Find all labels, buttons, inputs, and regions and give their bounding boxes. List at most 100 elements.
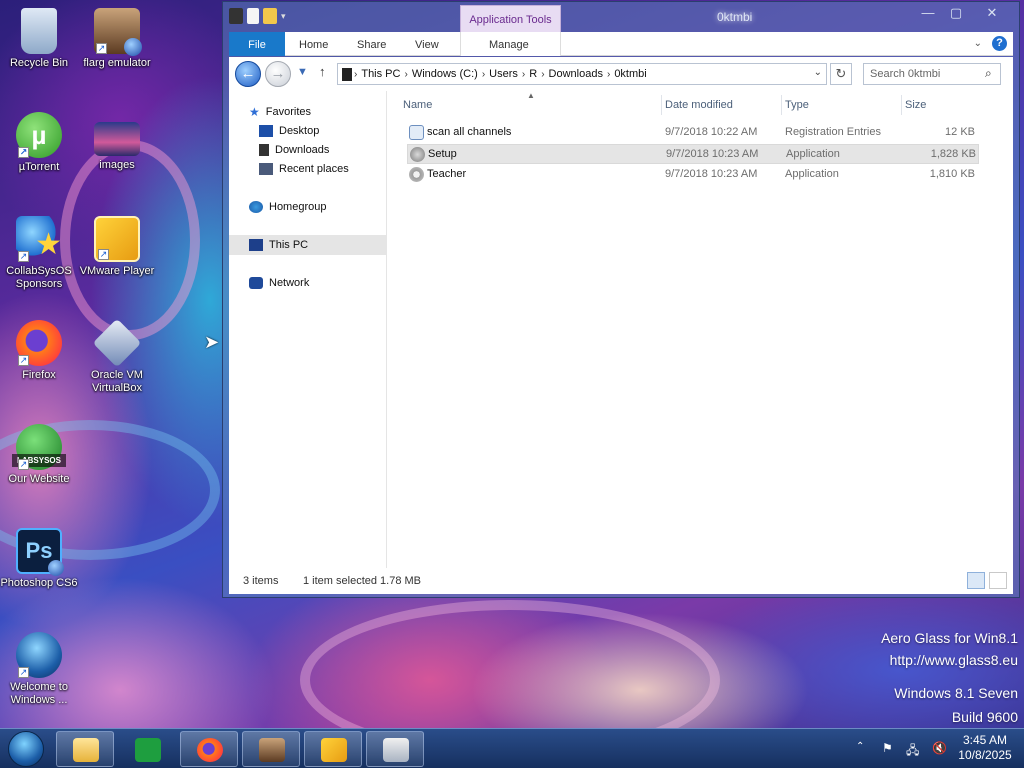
- column-name[interactable]: Name: [403, 99, 432, 115]
- desktop-icon-virtualbox[interactable]: Oracle VM VirtualBox: [78, 318, 156, 395]
- nav-item-network[interactable]: Network: [229, 273, 387, 293]
- shortcut-arrow-icon: ↗: [18, 667, 29, 678]
- taskbar: ⌃ ⚑ 🖧 🔇 3:45 AM 10/8/2025: [0, 728, 1024, 768]
- show-hidden-icons-icon[interactable]: ⌃: [856, 741, 864, 752]
- nav-item-recent-places[interactable]: Recent places: [229, 159, 387, 179]
- file-type: Registration Entries: [785, 126, 881, 138]
- breadcrumb-current[interactable]: 0ktmbi: [610, 68, 650, 80]
- status-item-count: 3 items: [243, 575, 279, 587]
- customize-qat-icon[interactable]: ▾: [281, 11, 286, 22]
- nav-item-desktop[interactable]: Desktop: [229, 121, 387, 141]
- large-icons-view-icon[interactable]: [989, 572, 1007, 589]
- breadcrumb-user[interactable]: R: [525, 68, 541, 80]
- tab-file[interactable]: File: [229, 32, 285, 56]
- explorer-window[interactable]: ▾ Application Tools 0ktmbi — ▢ ✕ File Ho…: [222, 1, 1020, 598]
- volume-muted-icon[interactable]: 🔇: [932, 741, 947, 755]
- help-icon[interactable]: ?: [992, 36, 1007, 51]
- file-date: 9/7/2018 10:23 AM: [666, 148, 759, 160]
- teacher-app-icon: [409, 167, 424, 182]
- content-area: ★ Favorites Desktop Downloads Recent pla…: [229, 91, 1013, 568]
- system-menu-icon[interactable]: [229, 8, 243, 24]
- search-icon[interactable]: ⌕: [985, 66, 992, 81]
- taskbar-flarg-emulator[interactable]: [242, 731, 300, 767]
- shortcut-arrow-icon: ↗: [18, 251, 29, 262]
- address-bar[interactable]: › This PC › Windows (C:) › Users › R › D…: [337, 63, 827, 85]
- file-name: Teacher: [427, 168, 467, 180]
- file-row[interactable]: scan all channels 9/7/2018 10:22 AM Regi…: [407, 123, 979, 143]
- tab-view[interactable]: View: [415, 32, 439, 56]
- title-bar[interactable]: ▾ Application Tools 0ktmbi — ▢ ✕: [223, 2, 1019, 33]
- nav-item-downloads[interactable]: Downloads: [229, 140, 387, 160]
- desktop-icon-recycle-bin[interactable]: Recycle Bin: [0, 8, 78, 70]
- tab-home[interactable]: Home: [299, 32, 328, 56]
- tab-manage[interactable]: Manage: [489, 32, 529, 56]
- file-row[interactable]: Teacher 9/7/2018 10:23 AM Application 1,…: [407, 165, 979, 185]
- nav-item-this-pc[interactable]: This PC: [229, 235, 387, 255]
- desktop-icon-utorrent[interactable]: µ ↗ µTorrent: [0, 112, 78, 174]
- desktop-icon-firefox[interactable]: ↗ Firefox: [0, 320, 78, 382]
- taskbar-archive-app[interactable]: [366, 731, 424, 767]
- desktop-icon-flarg-emulator[interactable]: ↗ flarg emulator: [78, 8, 156, 70]
- taskbar-file-explorer[interactable]: [56, 731, 114, 767]
- column-divider[interactable]: [901, 95, 902, 115]
- shortcut-arrow-icon: ↗: [18, 147, 29, 158]
- close-icon[interactable]: ✕: [979, 5, 1005, 21]
- up-arrow-icon[interactable]: ↑: [319, 64, 326, 79]
- column-type[interactable]: Type: [785, 99, 809, 115]
- mouse-cursor-icon: ➤: [204, 332, 220, 352]
- new-folder-icon[interactable]: [263, 8, 277, 24]
- vmware-icon: [321, 738, 347, 762]
- registry-file-icon: [409, 125, 424, 140]
- file-type: Application: [786, 148, 840, 160]
- minimize-icon[interactable]: —: [915, 5, 941, 20]
- desktop-icon-our-website[interactable]: LABSYSOS ↗ Our Website: [0, 424, 78, 486]
- file-date: 9/7/2018 10:22 AM: [665, 126, 758, 138]
- sort-indicator-icon: ▲: [527, 91, 535, 100]
- desktop-folder-icon: [259, 125, 273, 137]
- nav-label: Favorites: [265, 106, 312, 118]
- expand-ribbon-icon[interactable]: ⌄: [974, 38, 982, 49]
- desktop-icon-collabsysos-sponsors[interactable]: ★ ↗ CollabSysOS Sponsors: [0, 216, 78, 291]
- maximize-icon[interactable]: ▢: [943, 5, 969, 21]
- globe-badge-icon: [48, 560, 64, 576]
- start-button-windows-icon[interactable]: [8, 731, 44, 767]
- quick-access-toolbar: ▾: [229, 8, 286, 24]
- status-bar: 3 items 1 item selected 1.78 MB: [229, 568, 1013, 594]
- desktop-icon-photoshop[interactable]: Ps Photoshop CS6: [0, 528, 78, 590]
- nav-label: Network: [269, 277, 310, 289]
- properties-icon[interactable]: [247, 8, 259, 24]
- column-date-modified[interactable]: Date modified: [665, 99, 733, 115]
- taskbar-store[interactable]: [118, 731, 176, 767]
- clock[interactable]: 3:45 AM 10/8/2025: [952, 733, 1018, 763]
- desktop-icon-label: Welcome to Windows ...: [10, 681, 68, 706]
- forward-arrow-icon[interactable]: →: [265, 61, 291, 87]
- details-view-icon[interactable]: [967, 572, 985, 589]
- nav-item-homegroup[interactable]: Homegroup: [229, 197, 387, 217]
- breadcrumb-downloads[interactable]: Downloads: [545, 68, 607, 80]
- refresh-icon[interactable]: ↻: [830, 63, 852, 85]
- breadcrumb-drive[interactable]: Windows (C:): [408, 68, 482, 80]
- column-divider[interactable]: [661, 95, 662, 115]
- breadcrumb-this-pc[interactable]: This PC: [357, 68, 404, 80]
- desktop-icon-label: CollabSysOS Sponsors: [6, 265, 72, 290]
- action-center-flag-icon[interactable]: ⚑: [882, 741, 893, 755]
- desktop-icon-vmware-player[interactable]: ↗ VMware Player: [78, 216, 156, 278]
- recent-locations-icon[interactable]: ▼: [297, 66, 308, 78]
- network-tray-icon[interactable]: 🖧: [906, 741, 919, 762]
- utorrent-icon: µ ↗: [16, 112, 62, 158]
- column-size[interactable]: Size: [905, 99, 926, 115]
- window-title: 0ktmbi: [717, 10, 753, 24]
- taskbar-vmware[interactable]: [304, 731, 362, 767]
- back-arrow-icon[interactable]: ←: [235, 61, 261, 87]
- file-row-selected[interactable]: Setup 9/7/2018 10:23 AM Application 1,82…: [407, 144, 979, 164]
- taskbar-firefox[interactable]: [180, 731, 238, 767]
- tab-share[interactable]: Share: [357, 32, 386, 56]
- status-selection: 1 item selected 1.78 MB: [303, 575, 422, 587]
- nav-item-favorites[interactable]: ★ Favorites: [229, 102, 387, 122]
- search-input[interactable]: Search 0ktmbi: [863, 63, 1001, 85]
- desktop-icon-images[interactable]: images: [78, 112, 156, 172]
- column-divider[interactable]: [781, 95, 782, 115]
- desktop-icon-welcome-windows[interactable]: ↗ Welcome to Windows ...: [0, 632, 78, 707]
- breadcrumb-users[interactable]: Users: [485, 68, 522, 80]
- address-dropdown-icon[interactable]: ⌄: [814, 67, 822, 78]
